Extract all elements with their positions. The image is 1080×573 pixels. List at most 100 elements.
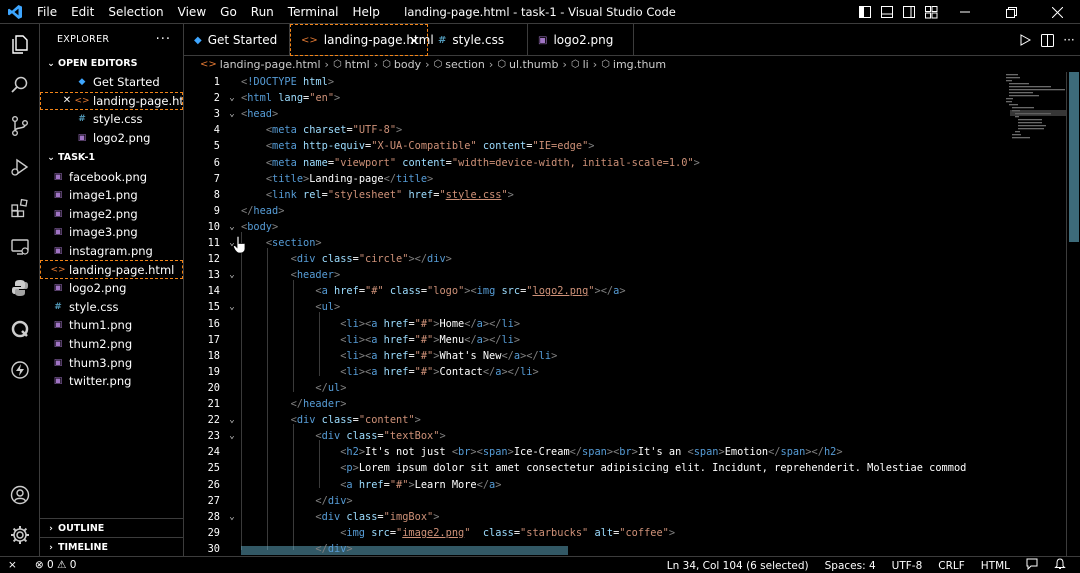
code-line[interactable]: 26 <a href="#">Learn More</a> bbox=[184, 477, 1014, 493]
scrollbar-thumb[interactable] bbox=[1069, 72, 1079, 242]
code-line[interactable]: 28 ⌄ <div class="imgBox"> bbox=[184, 509, 1014, 525]
fold-chevron-icon[interactable]: ⌄ bbox=[226, 106, 238, 122]
toggle-panel-icon[interactable] bbox=[876, 0, 898, 24]
code-line[interactable]: 3 ⌄ <head> bbox=[184, 106, 1014, 122]
file-item[interactable]: ▣ instagram.png bbox=[40, 242, 183, 261]
fold-chevron-icon[interactable]: ⌄ bbox=[226, 235, 238, 251]
code-line[interactable]: 13 ⌄ <header> bbox=[184, 267, 1014, 283]
code-line[interactable]: 15 ⌄ <ul> bbox=[184, 299, 1014, 315]
breadcrumb-item[interactable]: li bbox=[583, 58, 589, 71]
code-line[interactable]: 30 </div> bbox=[184, 541, 1014, 556]
menu-view[interactable]: View bbox=[171, 0, 213, 24]
tab-style-css[interactable]: # style.css bbox=[428, 24, 528, 56]
code-line[interactable]: 14 <a href="#" class="logo"><img src="lo… bbox=[184, 283, 1014, 299]
fold-chevron-icon[interactable]: ⌄ bbox=[226, 219, 238, 235]
encoding[interactable]: UTF-8 bbox=[884, 560, 931, 572]
file-item[interactable]: ▣ thum2.png bbox=[40, 335, 183, 354]
code-line[interactable]: 17 <li><a href="#">Menu</a></li> bbox=[184, 332, 1014, 348]
notifications-bell-icon[interactable] bbox=[1046, 558, 1074, 573]
code-line[interactable]: 7 <title>Landing-page</title> bbox=[184, 171, 1014, 187]
cursor-position[interactable]: Ln 34, Col 104 (6 selected) bbox=[659, 560, 817, 572]
outline-section[interactable]: › OUTLINE bbox=[40, 518, 183, 538]
folder-section[interactable]: ⌄ TASK-1 bbox=[40, 148, 183, 167]
menu-selection[interactable]: Selection bbox=[101, 0, 170, 24]
close-tab-icon[interactable]: ✕ bbox=[409, 34, 419, 48]
code-line[interactable]: 29 <img src="image2.png" class="starbuck… bbox=[184, 525, 1014, 541]
code-line[interactable]: 8 <link rel="stylesheet" href="style.css… bbox=[184, 187, 1014, 203]
file-item[interactable]: ▣ twitter.png bbox=[40, 372, 183, 391]
run-debug-icon[interactable] bbox=[0, 149, 40, 185]
breadcrumb-item[interactable]: landing-page.html bbox=[220, 58, 321, 71]
code-line[interactable]: 24 <h2>It's not just <br><span>Ice-Cream… bbox=[184, 444, 1014, 460]
more-actions-icon[interactable]: ··· bbox=[156, 32, 171, 47]
python-icon[interactable] bbox=[0, 270, 40, 306]
explorer-icon[interactable] bbox=[0, 26, 40, 62]
menu-run[interactable]: Run bbox=[244, 0, 281, 24]
restore-icon[interactable] bbox=[988, 0, 1034, 24]
indentation[interactable]: Spaces: 4 bbox=[817, 560, 884, 572]
quokka-icon[interactable] bbox=[0, 311, 40, 347]
fold-chevron-icon[interactable]: ⌄ bbox=[226, 509, 238, 525]
end-of-line[interactable]: CRLF bbox=[930, 560, 973, 572]
more-actions-icon[interactable]: ··· bbox=[1058, 24, 1080, 56]
close-window-icon[interactable] bbox=[1034, 0, 1080, 24]
menu-edit[interactable]: Edit bbox=[64, 0, 101, 24]
remote-explorer-icon[interactable] bbox=[0, 229, 40, 265]
code-line[interactable]: 11 ⌄ <section> bbox=[184, 235, 1014, 251]
code-line[interactable]: 25 <p>Lorem ipsum dolor sit amet consect… bbox=[184, 460, 1014, 476]
file-item[interactable]: ✕#style.css bbox=[40, 110, 183, 129]
menu-help[interactable]: Help bbox=[346, 0, 387, 24]
search-icon[interactable] bbox=[0, 67, 40, 103]
code-editor[interactable]: 1 <!DOCTYPE html> 2 ⌄ <html lang="en"> 3 ⌄ <hea… bbox=[184, 72, 1080, 556]
file-item[interactable]: ✕<>landing-page.ht... bbox=[40, 91, 183, 111]
code-line[interactable]: 2 ⌄ <html lang="en"> bbox=[184, 90, 1014, 106]
run-icon[interactable] bbox=[1014, 24, 1036, 56]
settings-gear-icon[interactable] bbox=[0, 517, 40, 553]
file-item[interactable]: <> landing-page.html bbox=[40, 260, 183, 279]
code-line[interactable]: 20 </ul> bbox=[184, 380, 1014, 396]
code-line[interactable]: 10 ⌄ <body> bbox=[184, 219, 1014, 235]
fold-chevron-icon[interactable]: ⌄ bbox=[226, 299, 238, 315]
file-item[interactable]: ✕▣logo2.png bbox=[40, 129, 183, 148]
code-line[interactable]: 22 ⌄ <div class="content"> bbox=[184, 412, 1014, 428]
code-line[interactable]: 23 ⌄ <div class="textBox"> bbox=[184, 428, 1014, 444]
file-item[interactable]: ▣ image1.png bbox=[40, 186, 183, 205]
fold-chevron-icon[interactable]: ⌄ bbox=[226, 267, 238, 283]
toggle-primary-sidebar-icon[interactable] bbox=[854, 0, 876, 24]
code-line[interactable]: 12 <div class="circle"></div> bbox=[184, 251, 1014, 267]
code-line[interactable]: 19 <li><a href="#">Contact</a></li> bbox=[184, 364, 1014, 380]
code-line[interactable]: 18 <li><a href="#">What's New</a></li> bbox=[184, 348, 1014, 364]
tab-logo2-png[interactable]: ▣ logo2.png bbox=[528, 24, 634, 56]
tab-landing-page-html[interactable]: <> landing-page.html ✕ bbox=[290, 24, 434, 56]
problems-count[interactable]: ⊗ 0 ⚠ 0 bbox=[27, 559, 85, 571]
menu-file[interactable]: File bbox=[30, 0, 64, 24]
code-line[interactable]: 4 <meta charset="UTF-8"> bbox=[184, 122, 1014, 138]
close-editor-icon[interactable]: ✕ bbox=[60, 95, 74, 106]
file-item[interactable]: ✕◆Get Started bbox=[40, 73, 183, 92]
breadcrumb-item[interactable]: section bbox=[445, 58, 485, 71]
code-line[interactable]: 6 <meta name="viewport" content="width=d… bbox=[184, 155, 1014, 171]
file-item[interactable]: ▣ image3.png bbox=[40, 223, 183, 242]
language-mode[interactable]: HTML bbox=[973, 560, 1018, 572]
breadcrumb-item[interactable]: html bbox=[345, 58, 370, 71]
customize-layout-icon[interactable] bbox=[920, 0, 942, 24]
menu-terminal[interactable]: Terminal bbox=[281, 0, 346, 24]
fold-chevron-icon[interactable]: ⌄ bbox=[226, 90, 238, 106]
code-line[interactable]: 9 </head> bbox=[184, 203, 1014, 219]
remote-indicator-icon[interactable]: ⨯ bbox=[0, 559, 27, 571]
file-item[interactable]: ▣ thum1.png bbox=[40, 316, 183, 335]
account-icon[interactable] bbox=[0, 477, 40, 513]
thunder-client-icon[interactable] bbox=[0, 352, 40, 388]
tab-get-started[interactable]: ◆ Get Started bbox=[184, 24, 290, 56]
code-line[interactable]: 1 <!DOCTYPE html> bbox=[184, 74, 1014, 90]
breadcrumb-item[interactable]: ul.thumb bbox=[509, 58, 558, 71]
vertical-scrollbar[interactable] bbox=[1066, 72, 1080, 556]
code-line[interactable]: 16 <li><a href="#">Home</a></li> bbox=[184, 316, 1014, 332]
file-item[interactable]: # style.css bbox=[40, 298, 183, 317]
file-item[interactable]: ▣ thum3.png bbox=[40, 353, 183, 372]
code-line[interactable]: 5 <meta http-equiv="X-UA-Compatible" con… bbox=[184, 138, 1014, 154]
file-item[interactable]: ▣ logo2.png bbox=[40, 279, 183, 298]
fold-chevron-icon[interactable]: ⌄ bbox=[226, 412, 238, 428]
split-editor-icon[interactable] bbox=[1036, 24, 1058, 56]
fold-chevron-icon[interactable]: ⌄ bbox=[226, 428, 238, 444]
